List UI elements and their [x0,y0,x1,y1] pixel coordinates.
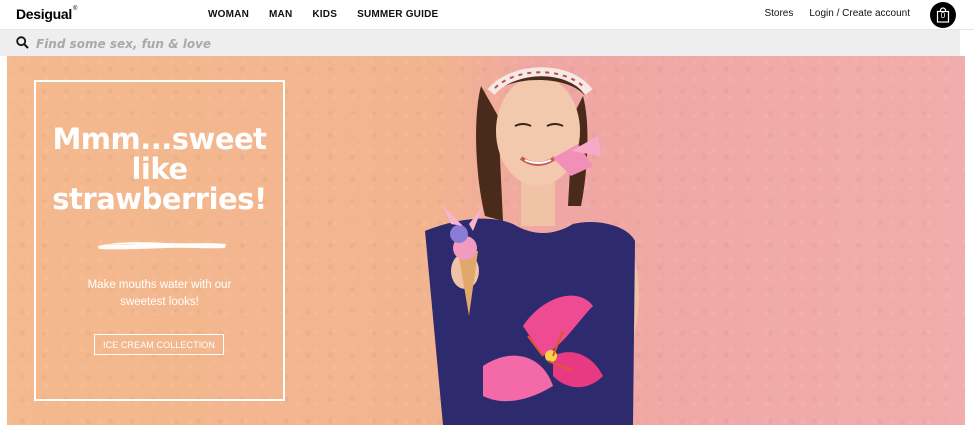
brush-stroke-divider [98,242,226,250]
registered-mark: ® [72,6,78,12]
search-bar [0,30,960,56]
stores-link[interactable]: Stores [764,8,793,19]
model-photo [425,67,639,425]
nav-item-summer-guide[interactable]: SUMMER GUIDE [357,9,438,20]
nav-item-man[interactable]: MAN [269,9,292,20]
search-icon[interactable] [16,36,29,49]
brand-logo-text: Desigual [16,6,72,22]
shopping-bag-button[interactable]: 0 [930,2,956,28]
main-navigation: WOMAN MAN KIDS SUMMER GUIDE [208,9,438,20]
top-header: Desigual® WOMAN MAN KIDS SUMMER GUIDE St… [0,0,974,30]
hero-banner[interactable]: Mmm...sweet like strawberries! Make mout… [7,56,965,425]
login-create-account-link[interactable]: Login / Create account [809,8,910,19]
brand-logo[interactable]: Desigual® [16,6,77,22]
promo-title: Mmm...sweet like strawberries! [52,122,267,216]
user-navigation: Stores Login / Create account [764,8,910,19]
promo-subtitle: Make mouths water with our sweetest look… [87,279,232,308]
ice-cream-collection-button[interactable]: ICE CREAM COLLECTION [94,334,224,355]
bag-count: 0 [940,11,946,20]
nav-item-kids[interactable]: KIDS [312,9,337,20]
search-input[interactable] [34,34,398,54]
promo-box: Mmm...sweet like strawberries! Make mout… [34,80,285,401]
nav-item-woman[interactable]: WOMAN [208,9,249,20]
